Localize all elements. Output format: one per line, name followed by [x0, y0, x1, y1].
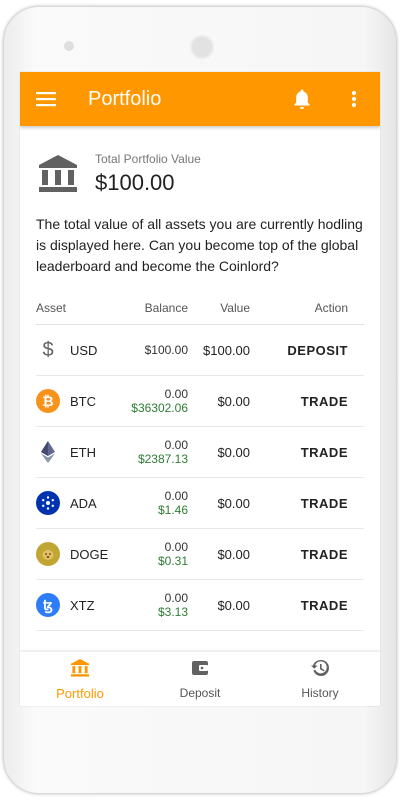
table-row: ꜩ XTZ 0.00 $3.13 $0.00 TRADE [36, 580, 364, 631]
bitcoin-icon: ₿ [36, 389, 60, 413]
deposit-button[interactable]: DEPOSIT [287, 343, 348, 358]
trade-button[interactable]: TRADE [301, 394, 348, 409]
page-title: Portfolio [88, 87, 162, 110]
asset-price: $3.13 [157, 605, 188, 619]
asset-balance: $100.00 [144, 343, 188, 357]
table-row: ₿ BTC 0.00 $36302.06 $0.00 TRADE [36, 376, 364, 427]
table-row: ADA 0.00 $1.46 $0.00 TRADE [36, 478, 364, 529]
asset-value: $0.00 [217, 495, 250, 511]
asset-balance: 0.00 [164, 540, 188, 554]
ethereum-icon [36, 440, 60, 464]
cardano-icon [36, 491, 60, 515]
bottom-navigation: Portfolio Deposit History [20, 652, 380, 706]
header-action: Action [314, 300, 348, 315]
asset-balance: 0.00 [164, 591, 188, 605]
app-screen: Portfolio Total Portfolio Value $100.00 … [20, 72, 380, 706]
asset-name: BTC [70, 393, 96, 409]
front-camera [190, 35, 214, 59]
menu-icon[interactable] [34, 87, 58, 111]
dollar-icon: $ [42, 338, 54, 361]
nav-deposit-label: Deposit [179, 686, 221, 700]
asset-name: ADA [70, 495, 97, 511]
asset-price: $0.31 [157, 554, 188, 568]
bank-icon [36, 152, 80, 196]
asset-name: DOGE [70, 546, 109, 562]
wallet-icon [190, 658, 210, 683]
asset-price: $36302.06 [131, 401, 188, 415]
asset-value: $0.00 [217, 597, 250, 613]
nav-history-label: History [301, 686, 339, 700]
trade-button[interactable]: TRADE [301, 445, 348, 460]
asset-name: ETH [70, 444, 96, 460]
portfolio-summary: Total Portfolio Value $100.00 [20, 126, 380, 196]
asset-value: $0.00 [217, 546, 250, 562]
asset-price: $1.46 [157, 503, 188, 517]
notifications-bell-icon[interactable] [290, 87, 314, 111]
table-header: Asset Balance Value Action [36, 291, 364, 325]
asset-name: USD [70, 342, 98, 358]
nav-portfolio[interactable]: Portfolio [20, 652, 140, 706]
asset-price: $2387.13 [137, 452, 188, 466]
dogecoin-icon [36, 542, 60, 566]
header-value: Value [220, 300, 250, 315]
tezos-icon: ꜩ [36, 593, 60, 617]
table-row: ETH 0.00 $2387.13 $0.00 TRADE [36, 427, 364, 478]
phone-frame: Portfolio Total Portfolio Value $100.00 … [3, 6, 397, 794]
total-value-amount: $100.00 [95, 170, 175, 195]
nav-history[interactable]: History [260, 652, 380, 706]
proximity-sensor [64, 41, 74, 51]
nav-deposit[interactable]: Deposit [140, 652, 260, 706]
asset-value: $0.00 [217, 444, 250, 460]
bank-icon [70, 658, 90, 683]
asset-value: $100.00 [203, 342, 250, 358]
asset-balance: 0.00 [164, 387, 188, 401]
history-icon [310, 658, 330, 683]
trade-button[interactable]: TRADE [301, 547, 348, 562]
asset-value: $0.00 [217, 393, 250, 409]
table-row: DOGE 0.00 $0.31 $0.00 TRADE [36, 529, 364, 580]
assets-table: Asset Balance Value Action $ USD $100.00… [36, 291, 364, 631]
header-balance: Balance [144, 300, 188, 315]
app-bar: Portfolio [20, 72, 380, 126]
table-row: $ USD $100.00 $100.00 DEPOSIT [36, 325, 364, 376]
portfolio-description: The total value of all assets you are cu… [36, 216, 363, 274]
trade-button[interactable]: TRADE [301, 496, 348, 511]
total-value-label: Total Portfolio Value [95, 152, 201, 166]
header-asset: Asset [36, 300, 67, 315]
trade-button[interactable]: TRADE [301, 598, 348, 613]
more-options-icon[interactable] [342, 87, 366, 111]
asset-balance: 0.00 [164, 489, 188, 503]
nav-portfolio-label: Portfolio [56, 685, 104, 701]
asset-balance: 0.00 [164, 438, 188, 452]
asset-name: XTZ [70, 597, 95, 613]
